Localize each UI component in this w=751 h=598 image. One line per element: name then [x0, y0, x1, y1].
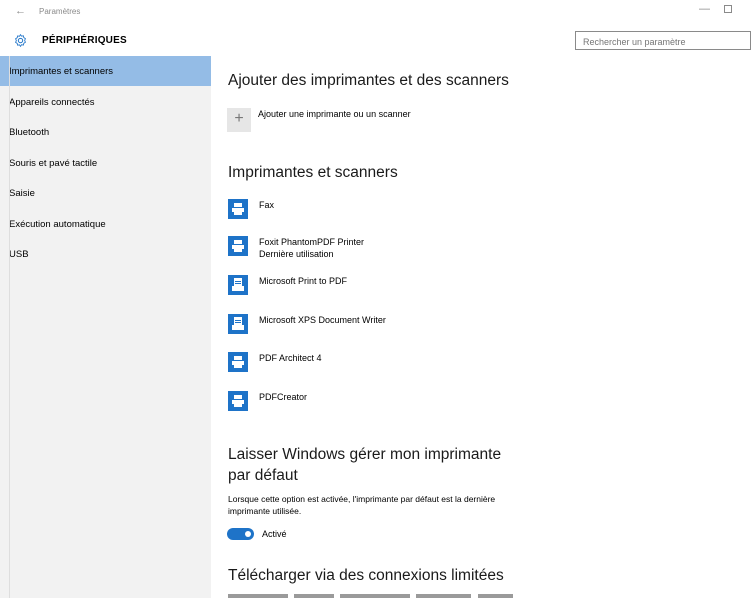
toggle-state-label: Activé — [262, 529, 287, 539]
document-printer-icon — [228, 314, 248, 334]
truncated-text — [228, 594, 513, 598]
add-printer-button[interactable]: + — [227, 108, 251, 132]
printer-name: Foxit PhantomPDF Printer — [259, 237, 365, 247]
add-printer-label[interactable]: Ajouter une imprimante ou un scanner — [258, 109, 411, 119]
search-input[interactable] — [575, 31, 751, 50]
document-printer-icon — [228, 275, 248, 295]
default-printer-description: Lorsque cette option est activée, l'impr… — [228, 494, 496, 516]
gear-icon — [15, 34, 26, 47]
sidebar: Imprimantes et scanners Appareils connec… — [0, 56, 211, 598]
printer-icon — [228, 352, 248, 372]
sidebar-item-bluetooth[interactable]: Bluetooth — [0, 117, 211, 147]
sidebar-item-execution-automatique[interactable]: Exécution automatique — [0, 209, 211, 239]
toggle-knob — [245, 531, 251, 537]
window-title: Paramètres — [39, 7, 81, 16]
sidebar-item-saisie[interactable]: Saisie — [0, 178, 211, 208]
back-arrow-icon[interactable]: ← — [15, 5, 26, 17]
maximize-icon[interactable] — [724, 5, 732, 13]
sidebar-item-appareils-connectes[interactable]: Appareils connectés — [0, 87, 211, 117]
sidebar-item-imprimantes-scanners[interactable]: Imprimantes et scanners — [0, 56, 211, 86]
printer-icon — [228, 236, 248, 256]
printer-icon — [228, 391, 248, 411]
add-section-heading: Ajouter des imprimantes et des scanners — [228, 72, 509, 89]
metered-connections-heading: Télécharger via des connexions limitées — [228, 567, 504, 584]
title-bar: ← Paramètres — — [0, 0, 751, 27]
printer-status: Dernière utilisation — [259, 249, 334, 259]
sidebar-divider — [9, 56, 10, 598]
sidebar-item-usb[interactable]: USB — [0, 239, 211, 269]
printers-section-heading: Imprimantes et scanners — [228, 164, 398, 181]
page-title: PÉRIPHÉRIQUES — [42, 35, 127, 46]
printer-icon — [228, 199, 248, 219]
default-printer-toggle[interactable] — [227, 528, 254, 540]
printer-name: PDFCreator — [259, 392, 308, 402]
printer-name: Fax — [259, 200, 275, 210]
printer-name: Microsoft XPS Document Writer — [259, 315, 386, 325]
printer-name: PDF Architect 4 — [259, 353, 322, 363]
default-printer-heading: Laisser Windows gérer mon imprimante par… — [228, 446, 502, 484]
minimize-icon[interactable]: — — [699, 3, 710, 15]
page-header: PÉRIPHÉRIQUES — [0, 27, 751, 54]
printer-name: Microsoft Print to PDF — [259, 276, 348, 286]
sidebar-item-souris-pave-tactile[interactable]: Souris et pavé tactile — [0, 148, 211, 178]
